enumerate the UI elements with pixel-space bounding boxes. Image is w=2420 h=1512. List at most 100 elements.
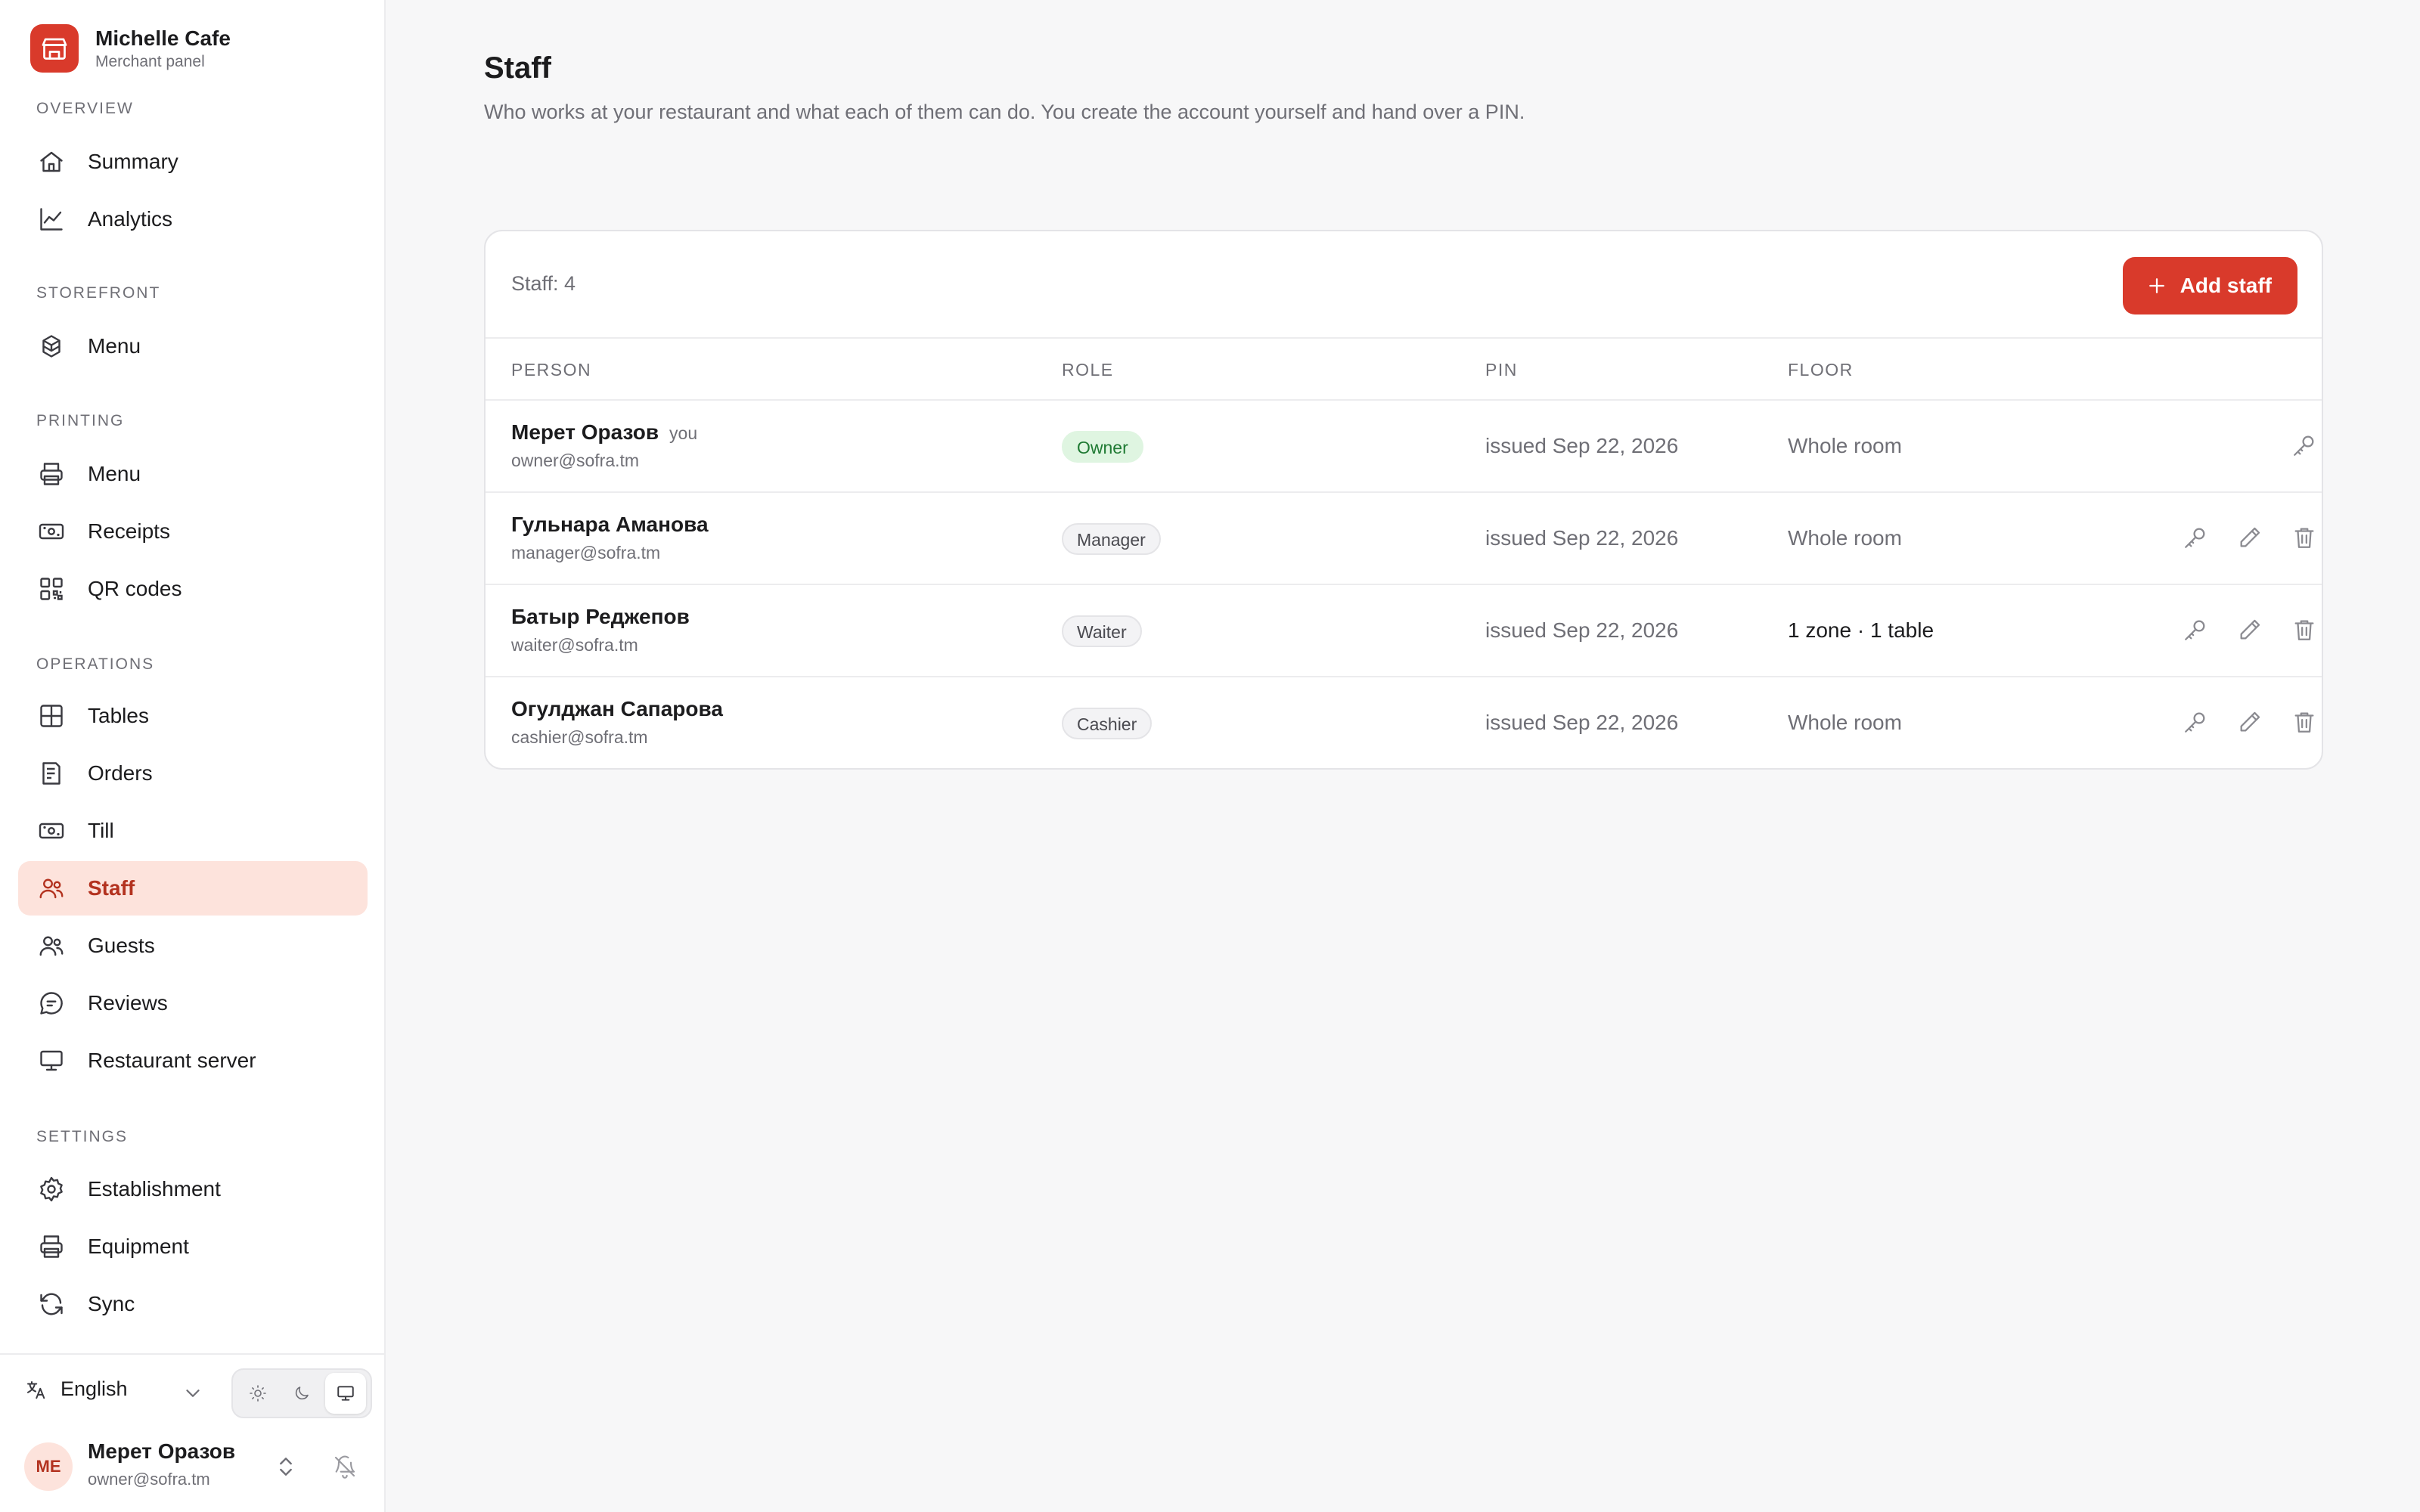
pin-status: issued Sep 22, 2026 [1485,711,1679,734]
role-badge: Owner [1062,431,1143,463]
staff-card-header: Staff: 4 Add staff [486,231,2322,339]
person-name: Огулджан Сапарова [511,697,723,720]
brand-name: Michelle Cafe [95,26,231,50]
trash-icon[interactable] [2291,709,2319,736]
sidebar-item-label: Guests [88,934,155,957]
user-name: Мерет Оразов [88,1439,236,1463]
page-description: Who works at your restaurant and what ea… [484,101,1525,123]
role-badge: Cashier [1062,708,1153,739]
sidebar-item-label: Tables [88,704,149,727]
language-label: English [60,1377,128,1400]
floor-scope: 1 zone · 1 table [1788,618,1934,642]
staff-count: Staff: 4 [511,272,576,295]
pencil-icon[interactable] [2237,617,2264,644]
sidebar-item-establishment[interactable]: Establishment [18,1162,368,1216]
floor-scope: Whole room [1788,526,1902,550]
pin-status: issued Sep 22, 2026 [1485,434,1679,457]
language-select[interactable]: English [24,1377,128,1401]
you-label: you [669,423,698,443]
pin-status: issued Sep 22, 2026 [1485,618,1679,642]
sidebar-item-label: Staff [88,876,135,900]
key-icon[interactable] [2183,709,2210,736]
sidebar-item-label: Establishment [88,1177,221,1201]
trash-icon[interactable] [2291,617,2319,644]
gear-icon [38,1176,65,1203]
store-icon [30,24,79,73]
sidebar-item-tables[interactable]: Tables [18,689,368,743]
nav-section-operations: OPERATIONS [36,655,155,673]
printer-icon [38,460,65,488]
key-icon[interactable] [2291,432,2319,460]
chevron-down-icon[interactable] [182,1382,204,1405]
sidebar-item-label: Menu [88,334,141,358]
chart-line-icon [38,206,65,233]
sidebar-item-sync[interactable]: Sync [18,1277,368,1331]
theme-switch [231,1368,372,1418]
person-email: waiter@sofra.tm [511,635,638,655]
sidebar-item-label: Equipment [88,1235,189,1258]
printer-icon [38,1233,65,1260]
pencil-icon[interactable] [2237,525,2264,552]
staff-card: Staff: 4 Add staff PERSON ROLE PIN FLOOR… [484,230,2323,770]
boxes-icon [38,333,65,360]
pencil-icon[interactable] [2237,709,2264,736]
column-floor: FLOOR [1788,360,1854,380]
moon-icon [293,1384,311,1402]
person-name: Батыр Реджепов [511,605,690,628]
monitor-icon [336,1383,355,1403]
sidebar-item-label: Analytics [88,207,173,231]
sidebar-item-summary[interactable]: Summary [18,135,368,189]
page-title: Staff [484,51,551,85]
sidebar-item-orders[interactable]: Orders [18,746,368,801]
role-badge: Manager [1062,523,1161,555]
person-name-text: Мерет Оразов [511,420,659,444]
sidebar-item-till[interactable]: Till [18,804,368,858]
monitor-icon [38,1047,65,1074]
column-person: PERSON [511,360,592,380]
brand[interactable]: Michelle Cafe Merchant panel [30,24,231,73]
system-theme-button[interactable] [325,1373,366,1414]
sidebar-item-label: Till [88,819,114,842]
sidebar-item-staff[interactable]: Staff [18,861,368,916]
message-circle-icon [38,990,65,1017]
sidebar-item-reviews[interactable]: Reviews [18,976,368,1030]
dark-theme-button[interactable] [281,1373,322,1414]
floor-scope: Whole room [1788,434,1902,457]
light-theme-button[interactable] [237,1373,278,1414]
avatar: ME [24,1442,73,1491]
bell-off-icon[interactable] [333,1455,357,1479]
add-staff-button[interactable]: Add staff [2122,257,2297,314]
nav-section-overview: OVERVIEW [36,100,134,117]
person-name: Гульнара Аманова [511,513,709,536]
sidebar-item-label: Reviews [88,991,168,1015]
column-role: ROLE [1062,360,1114,380]
sidebar-item-qr-codes[interactable]: QR codes [18,562,368,616]
qr-code-icon [38,575,65,603]
refresh-icon [38,1290,65,1318]
role-badge: Waiter [1062,615,1142,647]
sidebar-item-print-menu[interactable]: Menu [18,447,368,501]
sidebar-item-label: Receipts [88,519,170,543]
nav-section-printing: PRINTING [36,412,125,429]
column-pin: PIN [1485,360,1518,380]
sidebar: Michelle Cafe Merchant panel OVERVIEW Su… [0,0,386,1512]
sidebar-item-label: Orders [88,761,153,785]
key-icon[interactable] [2183,617,2210,644]
floor-scope: Whole room [1788,711,1902,734]
sidebar-item-label: Menu [88,462,141,485]
sidebar-item-receipts[interactable]: Receipts [18,504,368,559]
person-email: manager@sofra.tm [511,543,661,562]
sidebar-item-guests[interactable]: Guests [18,919,368,973]
sidebar-item-analytics[interactable]: Analytics [18,192,368,246]
user-menu[interactable]: ME Мерет Оразов owner@sofra.tm [24,1438,372,1495]
sidebar-item-label: Summary [88,150,178,173]
trash-icon[interactable] [2291,525,2319,552]
sun-icon [249,1384,267,1402]
sidebar-item-menu[interactable]: Menu [18,319,368,373]
home-icon [38,148,65,175]
key-icon[interactable] [2183,525,2210,552]
sidebar-item-restaurant-server[interactable]: Restaurant server [18,1033,368,1088]
sidebar-item-equipment[interactable]: Equipment [18,1219,368,1274]
person-email: cashier@sofra.tm [511,727,648,747]
chevrons-up-down-icon[interactable] [274,1455,298,1479]
